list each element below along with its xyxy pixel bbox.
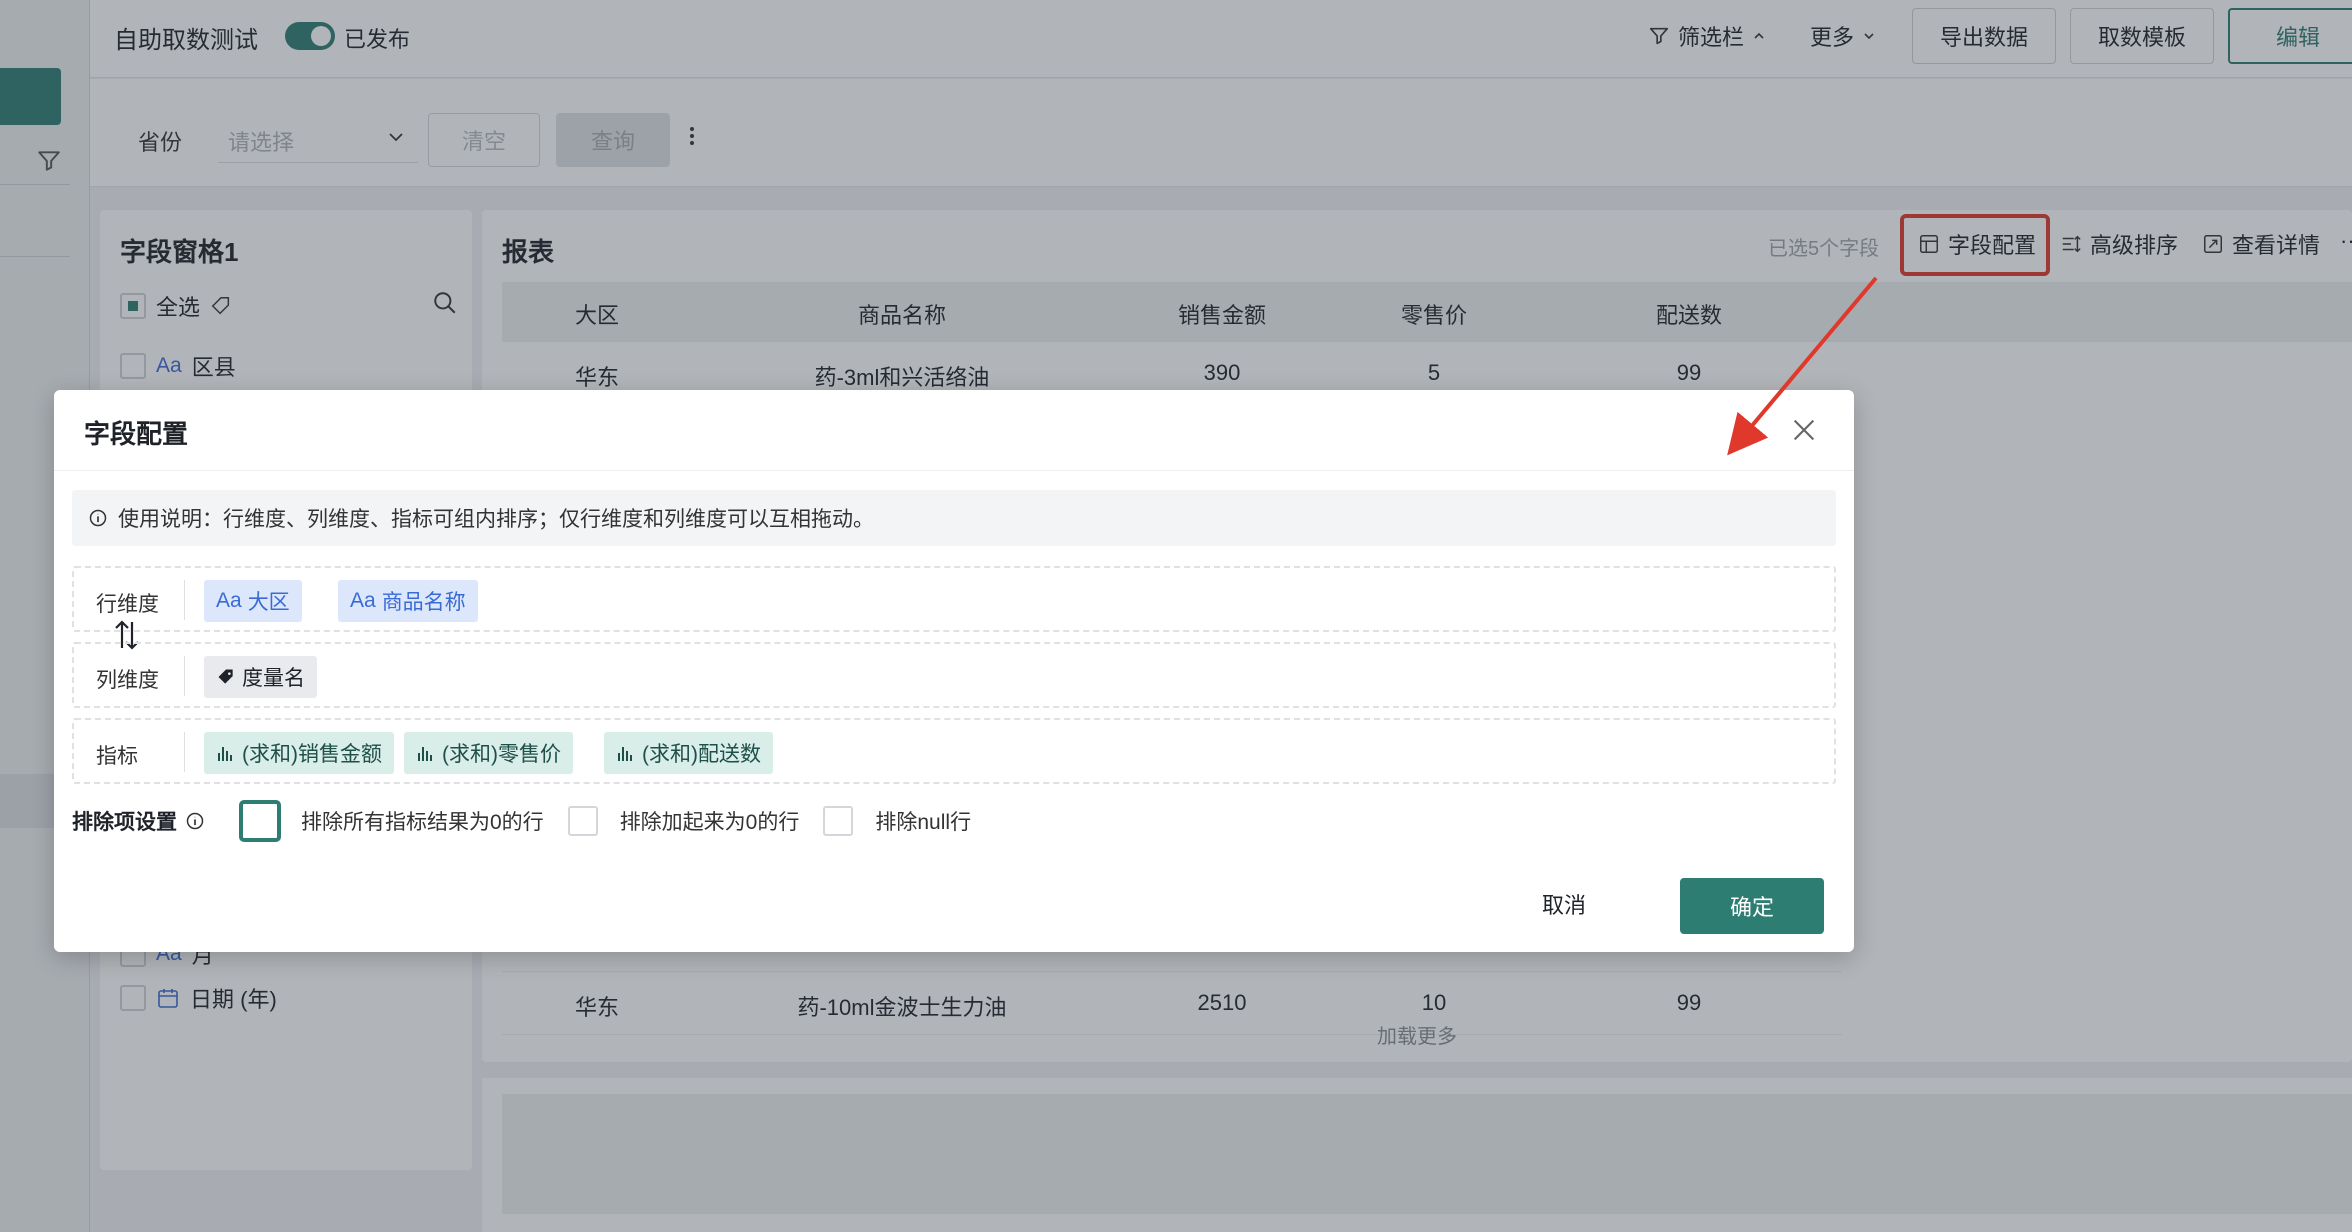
close-icon[interactable] [1790, 416, 1818, 444]
chip-label: (求和)配送数 [642, 743, 761, 766]
info-icon [89, 509, 107, 527]
chip-label: (求和)销售金额 [242, 743, 382, 766]
metric-label: 指标 [96, 745, 138, 768]
exclude-option-label: 排除所有指标结果为0的行 [301, 811, 544, 834]
bar-chart-icon [618, 747, 632, 761]
metric-chip[interactable]: (求和)配送数 [604, 732, 773, 774]
exclude-settings: 排除项设置 排除所有指标结果为0的行 排除加起来为0的行 排除null行 [72, 800, 971, 842]
dialog-title: 字段配置 [84, 419, 189, 449]
chip-label: 大区 [247, 591, 290, 614]
ok-button[interactable]: 确定 [1680, 878, 1824, 934]
row-dimension-label: 行维度 [96, 593, 159, 616]
text-type-icon: Aa [216, 589, 242, 612]
exclude-option-label: 排除加起来为0的行 [619, 811, 800, 834]
column-dimension-label: 列维度 [96, 669, 159, 692]
usage-note: 使用说明：行维度、列维度、指标可组内排序；仅行维度和列维度可以互相拖动。 [72, 490, 1836, 546]
chip-label: 度量名 [242, 667, 305, 690]
zone-separator [184, 580, 185, 620]
zone-separator [184, 656, 185, 696]
dialog-divider [54, 470, 1854, 471]
info-icon [186, 812, 204, 830]
metric-chip[interactable]: (求和)零售价 [404, 732, 573, 774]
field-config-dialog: 字段配置 使用说明：行维度、列维度、指标可组内排序；仅行维度和列维度可以互相拖动… [54, 390, 1854, 952]
exclude-sum-zero-checkbox[interactable] [567, 806, 598, 836]
column-dimension-chip[interactable]: 度量名 [204, 656, 317, 698]
bar-chart-icon [418, 747, 432, 761]
usage-note-text: 使用说明：行维度、列维度、指标可组内排序；仅行维度和列维度可以互相拖动。 [118, 508, 874, 531]
bar-chart-icon [218, 747, 232, 761]
exclude-null-checkbox[interactable] [823, 806, 854, 836]
column-dimension-zone[interactable]: 列维度 度量名 [72, 642, 1836, 708]
zone-separator [184, 732, 185, 772]
chip-label: 商品名称 [381, 591, 466, 614]
row-dimension-zone[interactable]: 行维度 Aa 大区 Aa 商品名称 [72, 566, 1836, 632]
row-dimension-chip[interactable]: Aa 大区 [204, 580, 302, 622]
cancel-button[interactable]: 取消 [1542, 888, 1586, 920]
exclude-label: 排除项设置 [72, 811, 177, 834]
chip-label: (求和)零售价 [442, 743, 561, 766]
text-type-icon: Aa [350, 589, 376, 612]
metric-chip[interactable]: (求和)销售金额 [204, 732, 394, 774]
exclude-zero-metrics-checkbox[interactable] [239, 800, 281, 842]
metric-zone[interactable]: 指标 (求和)销售金额 (求和)零售价 (求和)配送数 [72, 718, 1836, 784]
tag-icon [218, 669, 233, 684]
row-dimension-chip[interactable]: Aa 商品名称 [338, 580, 478, 622]
exclude-option-label: 排除null行 [875, 811, 972, 834]
